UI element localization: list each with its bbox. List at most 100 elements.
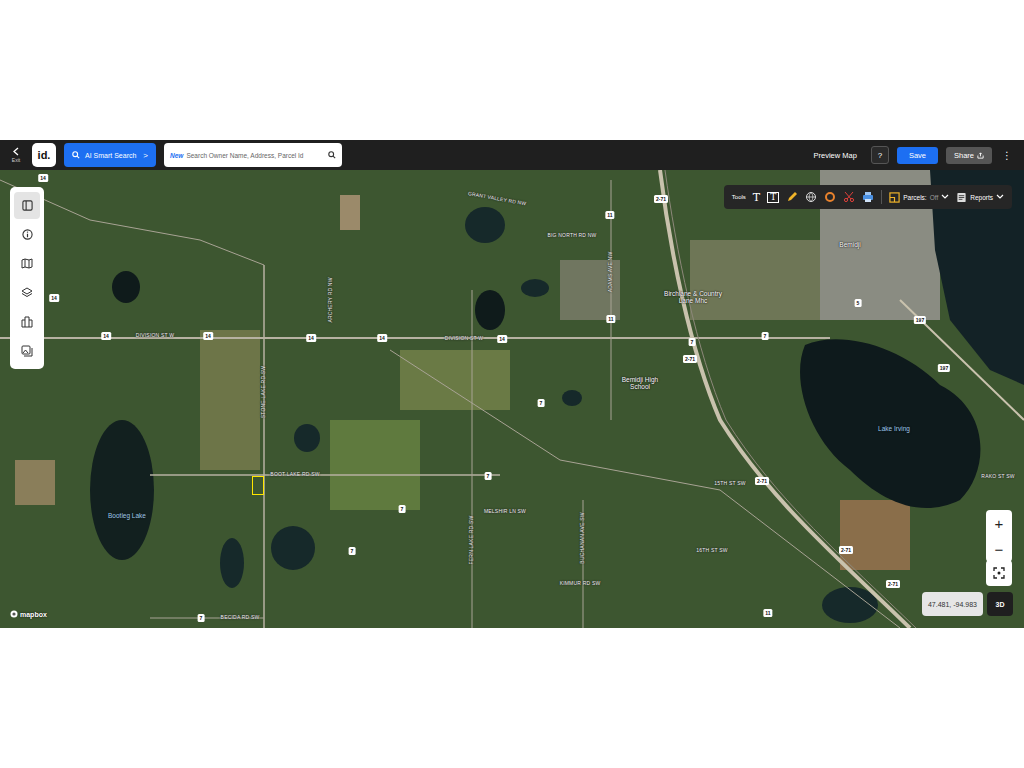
back-arrow-icon bbox=[12, 147, 20, 156]
parcel-icon bbox=[889, 192, 900, 203]
route-shield: 7 bbox=[349, 547, 356, 555]
route-shield: 7 bbox=[538, 399, 545, 407]
coordinates-display: 47.481, -94.983 bbox=[922, 592, 983, 616]
parcels-toggle[interactable]: Parcels:Off bbox=[889, 192, 949, 203]
info-icon bbox=[22, 229, 33, 240]
map-label: Bemidji bbox=[839, 241, 860, 248]
target-icon bbox=[993, 567, 1005, 579]
route-shield: 197 bbox=[914, 316, 926, 324]
save-button[interactable]: Save bbox=[897, 147, 938, 164]
printer-icon[interactable] bbox=[862, 191, 874, 203]
map-label: RAKO ST SW bbox=[981, 474, 1014, 480]
map-label: ADAMS AVE NW bbox=[608, 252, 614, 293]
zoom-out-button[interactable]: − bbox=[986, 536, 1012, 562]
route-shield: 2-71 bbox=[755, 477, 769, 485]
top-margin bbox=[0, 0, 1024, 140]
reports-menu[interactable]: Reports bbox=[956, 192, 1004, 203]
preview-map-button[interactable]: Preview Map bbox=[814, 151, 857, 160]
map-canvas[interactable]: Bemidji Birchlane & Country Lane Mhc Bemid… bbox=[0, 170, 1024, 628]
layers-icon bbox=[21, 287, 33, 299]
map-label: Birchlane & Country Lane Mhc bbox=[662, 290, 724, 304]
globe-icon[interactable] bbox=[805, 191, 817, 203]
route-shield: 197 bbox=[938, 364, 950, 372]
route-shield: 14 bbox=[49, 294, 59, 302]
map-label: Bootleg Lake bbox=[108, 512, 146, 519]
route-shield: 14 bbox=[38, 174, 48, 182]
map-label: ARCHERY RD NW bbox=[328, 277, 334, 322]
route-shield: 11 bbox=[605, 211, 614, 219]
sidebar-item[interactable] bbox=[14, 250, 40, 277]
map-label: 15TH ST SW bbox=[714, 481, 745, 487]
page: Exit id. AI Smart Search> NewSearch Owner N… bbox=[0, 0, 1024, 768]
map-label: Bemidji High School bbox=[618, 376, 662, 390]
magnifier-icon bbox=[328, 151, 336, 159]
buildings-icon bbox=[21, 316, 33, 328]
search-field[interactable]: NewSearch Owner Name, Address, Parcel Id bbox=[164, 143, 342, 167]
map-label: FERN LAKE RD SW bbox=[469, 516, 475, 565]
selected-parcel[interactable] bbox=[252, 476, 264, 495]
gallery-icon bbox=[21, 345, 33, 357]
app-header: Exit id. AI Smart Search> NewSearch Owner N… bbox=[0, 140, 1024, 170]
left-sidebar bbox=[10, 187, 44, 369]
share-button[interactable]: Share bbox=[946, 147, 992, 164]
map-label: BOOT LAKE RD SW bbox=[270, 472, 319, 478]
3d-view-button[interactable]: 3D bbox=[987, 592, 1013, 616]
help-button[interactable]: ? bbox=[871, 146, 889, 164]
exit-button[interactable]: Exit bbox=[8, 147, 24, 163]
more-menu-button[interactable]: ⋮ bbox=[1000, 150, 1014, 161]
share-icon bbox=[977, 152, 984, 159]
route-shield: 7 bbox=[762, 332, 769, 340]
locate-button[interactable] bbox=[986, 560, 1012, 586]
tools-bar: ToolsTTParcels:OffReports bbox=[724, 185, 1012, 209]
map-label: KIMMUR RD SW bbox=[560, 581, 601, 587]
sidebar-item[interactable] bbox=[14, 337, 40, 364]
scissors-icon[interactable] bbox=[843, 191, 855, 203]
map-label: Lake Irving bbox=[878, 425, 910, 432]
sidebar-item[interactable] bbox=[14, 192, 40, 219]
map-label: DIVISION ST W bbox=[136, 333, 174, 339]
map-label: 16TH ST SW bbox=[696, 548, 727, 554]
route-shield: 14 bbox=[203, 332, 213, 340]
route-shield: 14 bbox=[377, 334, 387, 342]
sidebar-item[interactable] bbox=[14, 279, 40, 306]
route-shield: 14 bbox=[497, 335, 507, 343]
report-icon bbox=[956, 192, 967, 203]
chevron-down-icon bbox=[996, 194, 1004, 200]
route-shield: 7 bbox=[198, 614, 205, 622]
ai-smart-search-button[interactable]: AI Smart Search> bbox=[64, 143, 156, 167]
text-tool[interactable]: T bbox=[753, 192, 760, 203]
chevron-down-icon bbox=[941, 194, 949, 200]
map-label: BECIDA RD SW bbox=[221, 615, 260, 621]
route-shield: 7 bbox=[485, 472, 492, 480]
map-label: STONE LAKE RD SW bbox=[261, 366, 267, 419]
map-label: BUCHANAN AVE SW bbox=[580, 512, 586, 563]
route-shield: 11 bbox=[606, 315, 615, 323]
route-shield: 11 bbox=[763, 609, 772, 617]
route-shield: 14 bbox=[306, 334, 316, 342]
route-shield: 2-71 bbox=[886, 580, 900, 588]
route-shield: 7 bbox=[399, 505, 406, 513]
route-shield: 2-71 bbox=[683, 355, 697, 363]
map-label: MELSHIR LN SW bbox=[484, 509, 526, 515]
text-box-tool[interactable]: T bbox=[767, 192, 779, 203]
route-shield: 5 bbox=[855, 299, 862, 307]
panel-icon bbox=[22, 200, 33, 211]
route-shield: 14 bbox=[101, 332, 111, 340]
mapbox-attribution[interactable]: mapbox bbox=[10, 610, 47, 618]
map-label: BIG NORTH RD NW bbox=[547, 233, 596, 239]
pencil-icon[interactable] bbox=[786, 191, 798, 203]
search-icon bbox=[72, 151, 80, 159]
sidebar-item[interactable] bbox=[14, 308, 40, 335]
zoom-controls: +− bbox=[986, 510, 1012, 562]
logo[interactable]: id. bbox=[32, 143, 56, 167]
route-shield: 7 bbox=[689, 338, 696, 346]
mapbox-logo-icon bbox=[10, 610, 18, 618]
zoom-in-button[interactable]: + bbox=[986, 510, 1012, 536]
bottom-margin bbox=[0, 628, 1024, 768]
sidebar-item[interactable] bbox=[14, 221, 40, 248]
route-shield: 2-71 bbox=[839, 546, 853, 554]
route-shield: 2-71 bbox=[654, 195, 668, 203]
map-icon bbox=[21, 258, 33, 269]
circle-tool-icon[interactable] bbox=[824, 191, 836, 203]
satellite-imagery bbox=[0, 170, 1024, 628]
